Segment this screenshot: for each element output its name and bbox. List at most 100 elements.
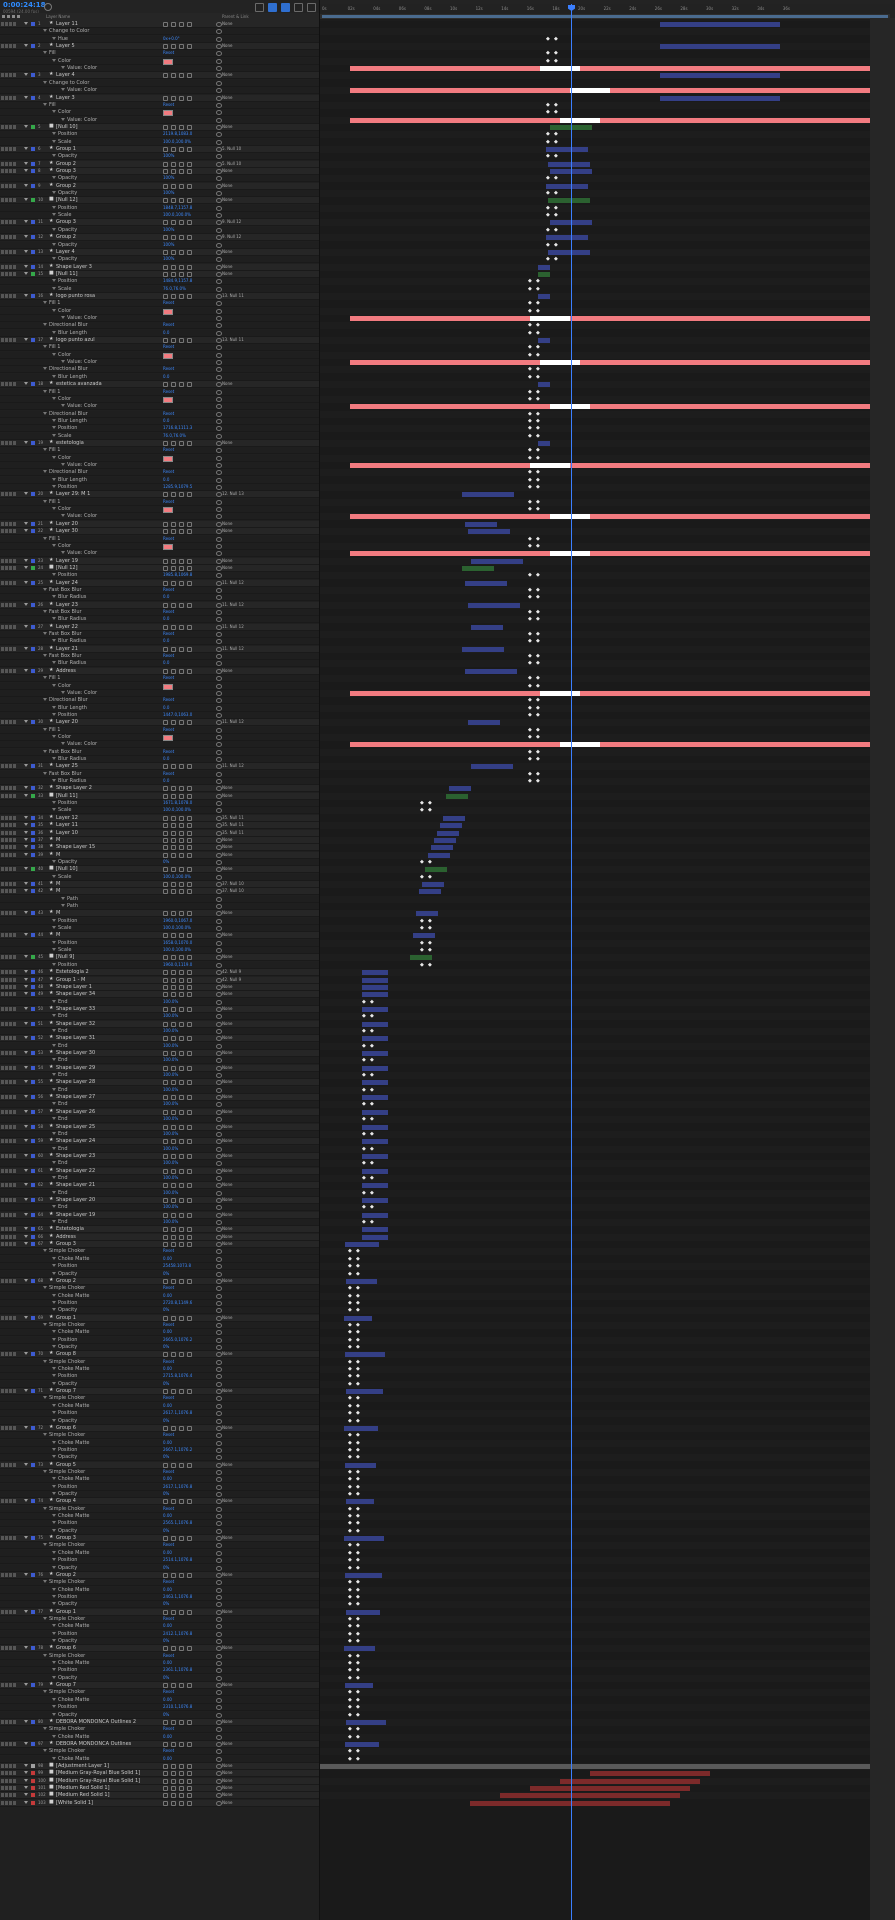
layer-row[interactable]: 48 ★ Shape Layer 1 None [0,983,320,991]
property-value[interactable]: 0% [163,1381,169,1386]
layer-duration-bar[interactable] [362,1006,388,1012]
pickwhip-icon[interactable] [216,1734,222,1740]
switch-icon[interactable] [171,815,176,821]
keyframe-icon[interactable]: ◆ [528,477,532,483]
eye-icon[interactable] [1,1800,4,1805]
solo-icon[interactable] [9,1632,12,1636]
keyframe-icon[interactable]: ◆ [536,485,540,490]
layer-row[interactable]: 34 ★ Layer 12 35. Null 11 [0,814,320,822]
twirl-icon[interactable] [52,683,56,687]
lock-icon[interactable] [13,1683,16,1688]
eye-icon[interactable] [1,1000,4,1004]
layer-row[interactable]: 23 ★ Layer 19 None [0,557,320,565]
switch-icon[interactable] [187,1080,192,1086]
property-value[interactable]: Reset [163,1689,174,1694]
property-row[interactable]: Simple Choker Reset [0,1285,320,1293]
layer-row[interactable]: 76 ★ Group 2 None [0,1571,320,1579]
layer-duration-bar[interactable] [362,1080,388,1086]
solo-icon[interactable] [9,1617,12,1621]
property-row[interactable]: Simple Choker Reset [0,1615,320,1623]
eye-icon[interactable] [1,750,4,754]
audio-icon[interactable] [5,565,8,570]
switch-icon[interactable] [187,1036,192,1042]
switch-icon[interactable] [179,933,184,939]
switch-icon[interactable] [179,1095,184,1101]
keyframe-icon[interactable]: ◆ [356,1256,360,1262]
solo-icon[interactable] [9,279,12,283]
switch-icon[interactable] [163,992,168,998]
lock-icon[interactable] [13,573,16,577]
layer-row[interactable]: 31 ★ Layer 25 11. Null 12 [0,762,320,771]
solo-icon[interactable] [9,684,12,688]
layer-name[interactable]: [Null 12] [56,565,78,571]
property-value[interactable]: 2617.1,1076.8 [163,1410,192,1415]
pickwhip-icon[interactable] [216,1528,222,1534]
lock-icon[interactable] [13,1536,16,1541]
keyframe-icon[interactable]: ◆ [536,632,540,637]
layer-name[interactable]: Shape Layer 15 [56,844,95,850]
property-row[interactable]: End 100.0% [0,1174,320,1182]
audio-icon[interactable] [5,316,8,320]
eye-icon[interactable] [1,220,4,225]
lock-icon[interactable] [13,764,16,769]
twirl-icon[interactable] [43,676,47,680]
property-value[interactable]: 0.0 [163,616,169,621]
switch-icon[interactable] [163,793,168,799]
property-row[interactable]: Opacity 100% [0,226,320,234]
lock-icon[interactable] [13,963,16,967]
audio-icon[interactable] [5,124,8,129]
lock-icon[interactable] [13,706,16,710]
property-row[interactable]: Opacity 0% [0,1564,320,1572]
twirl-icon[interactable] [52,279,56,283]
pickwhip-icon[interactable] [216,1220,222,1226]
keyframe-icon[interactable]: ◆ [528,698,532,703]
eye-icon[interactable] [1,500,4,504]
keyframe-icon[interactable]: ◆ [356,1286,360,1291]
keyframe-icon[interactable]: ◆ [348,1624,352,1629]
audio-icon[interactable] [5,1639,8,1643]
pickwhip-icon[interactable] [216,36,222,42]
audio-icon[interactable] [5,610,8,614]
pickwhip-icon[interactable] [216,1271,222,1277]
audio-icon[interactable] [5,220,8,225]
pickwhip-icon[interactable] [216,102,222,108]
keyframe-icon[interactable]: ◆ [528,374,532,380]
lock-icon[interactable] [13,867,16,872]
label-color-swatch[interactable] [31,720,35,725]
audio-icon[interactable] [5,440,8,445]
layer-duration-bar[interactable] [362,1095,388,1101]
twirl-icon[interactable] [24,1646,28,1650]
switch-icon[interactable] [163,1183,168,1189]
property-value[interactable]: 2310.1,1076.8 [163,1704,192,1709]
keyframe-icon[interactable]: ◆ [348,1653,352,1659]
twirl-icon[interactable] [43,587,47,591]
solo-icon[interactable] [9,1132,12,1136]
keyframe-icon[interactable]: ◆ [528,705,532,711]
switch-icon[interactable] [187,1793,192,1799]
audio-icon[interactable] [5,154,8,158]
switch-icon[interactable] [187,1609,192,1615]
keyframe-icon[interactable]: ◆ [528,426,532,431]
parent-dropdown[interactable]: None [222,1778,232,1783]
eye-icon[interactable] [1,367,4,371]
property-row[interactable]: Opacity 0% [0,858,320,866]
twirl-icon[interactable] [52,661,56,665]
keyframe-icon[interactable]: ◆ [356,1300,360,1306]
switch-icon[interactable] [179,1065,184,1071]
switch-icon[interactable] [171,1719,176,1725]
eye-icon[interactable] [1,81,4,85]
audio-icon[interactable] [5,1609,8,1614]
property-value[interactable]: Reset [163,1395,174,1400]
property-row[interactable]: Change to Color [0,79,320,87]
solo-icon[interactable] [9,257,12,261]
lock-icon[interactable] [13,661,16,665]
property-value[interactable]: 0% [163,1491,169,1496]
lock-icon[interactable] [13,1741,16,1746]
property-value[interactable]: 100.0% [163,1043,178,1048]
solo-icon[interactable] [9,1389,12,1394]
audio-icon[interactable] [5,1654,8,1658]
switch-icon[interactable] [163,22,168,27]
audio-icon[interactable] [5,375,8,379]
twirl-icon[interactable] [43,1286,47,1290]
solo-icon[interactable] [9,595,12,599]
